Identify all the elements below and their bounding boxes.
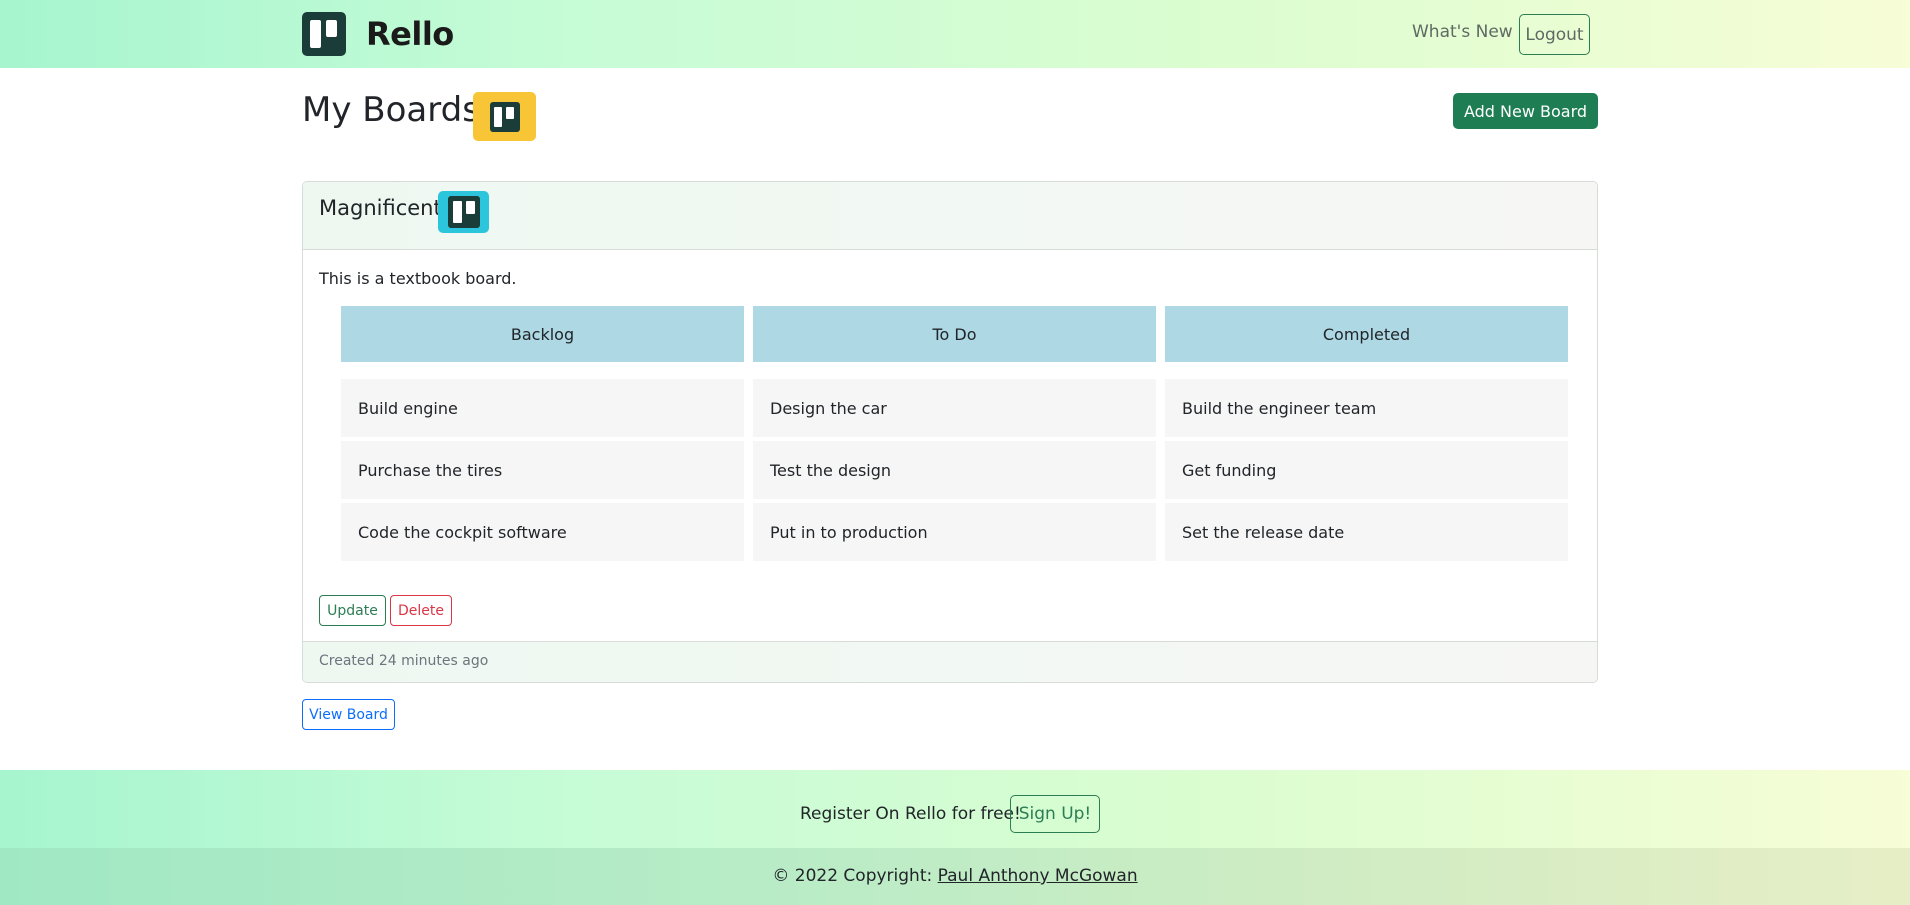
list-item: Put in to production (753, 503, 1156, 561)
list-item: Test the design (753, 441, 1156, 499)
view-board-button[interactable]: View Board (302, 699, 395, 730)
board-card: Magnificent This is a textbook board. Ba… (302, 181, 1598, 683)
sign-up-button[interactable]: Sign Up! (1010, 795, 1100, 833)
footer-register-section: Register On Rello for free! Sign Up! (0, 770, 1910, 848)
update-button[interactable]: Update (319, 595, 386, 626)
board-card-header: Magnificent (303, 182, 1597, 250)
list-item: Code the cockpit software (341, 503, 744, 561)
created-timestamp: Created 24 minutes ago (319, 653, 489, 669)
footer-copyright-section: © 2022 Copyright: Paul Anthony McGowan (0, 848, 1910, 905)
list-item: Purchase the tires (341, 441, 744, 499)
board-description: This is a textbook board. (319, 269, 517, 288)
brand-link[interactable]: Rello (302, 12, 454, 56)
delete-button[interactable]: Delete (390, 595, 452, 626)
brand-name: Rello (366, 15, 454, 53)
copyright-prefix: © 2022 Copyright: (772, 866, 933, 886)
column-header-completed: Completed (1165, 306, 1568, 362)
whats-new-link[interactable]: What's New (1412, 22, 1513, 42)
board-card-footer: Created 24 minutes ago (303, 641, 1597, 682)
list-item: Build engine (341, 379, 744, 437)
page-title: My Boards (302, 90, 480, 130)
rello-logo-icon (302, 12, 346, 56)
board-name: Magnificent (319, 196, 442, 220)
column-header-backlog: Backlog (341, 306, 744, 362)
board-icon (473, 92, 536, 141)
list-item: Build the engineer team (1165, 379, 1568, 437)
top-navbar: Rello What's New Logout (0, 0, 1910, 68)
list-item: Design the car (753, 379, 1156, 437)
add-new-board-button[interactable]: Add New Board (1453, 93, 1598, 129)
list-item: Get funding (1165, 441, 1568, 499)
author-link[interactable]: Paul Anthony McGowan (938, 866, 1138, 886)
copyright: © 2022 Copyright: Paul Anthony McGowan (0, 866, 1910, 886)
list-item: Set the release date (1165, 503, 1568, 561)
register-text: Register On Rello for free! (800, 804, 1021, 824)
board-icon (438, 191, 489, 233)
column-header-todo: To Do (753, 306, 1156, 362)
logout-button[interactable]: Logout (1519, 14, 1590, 55)
